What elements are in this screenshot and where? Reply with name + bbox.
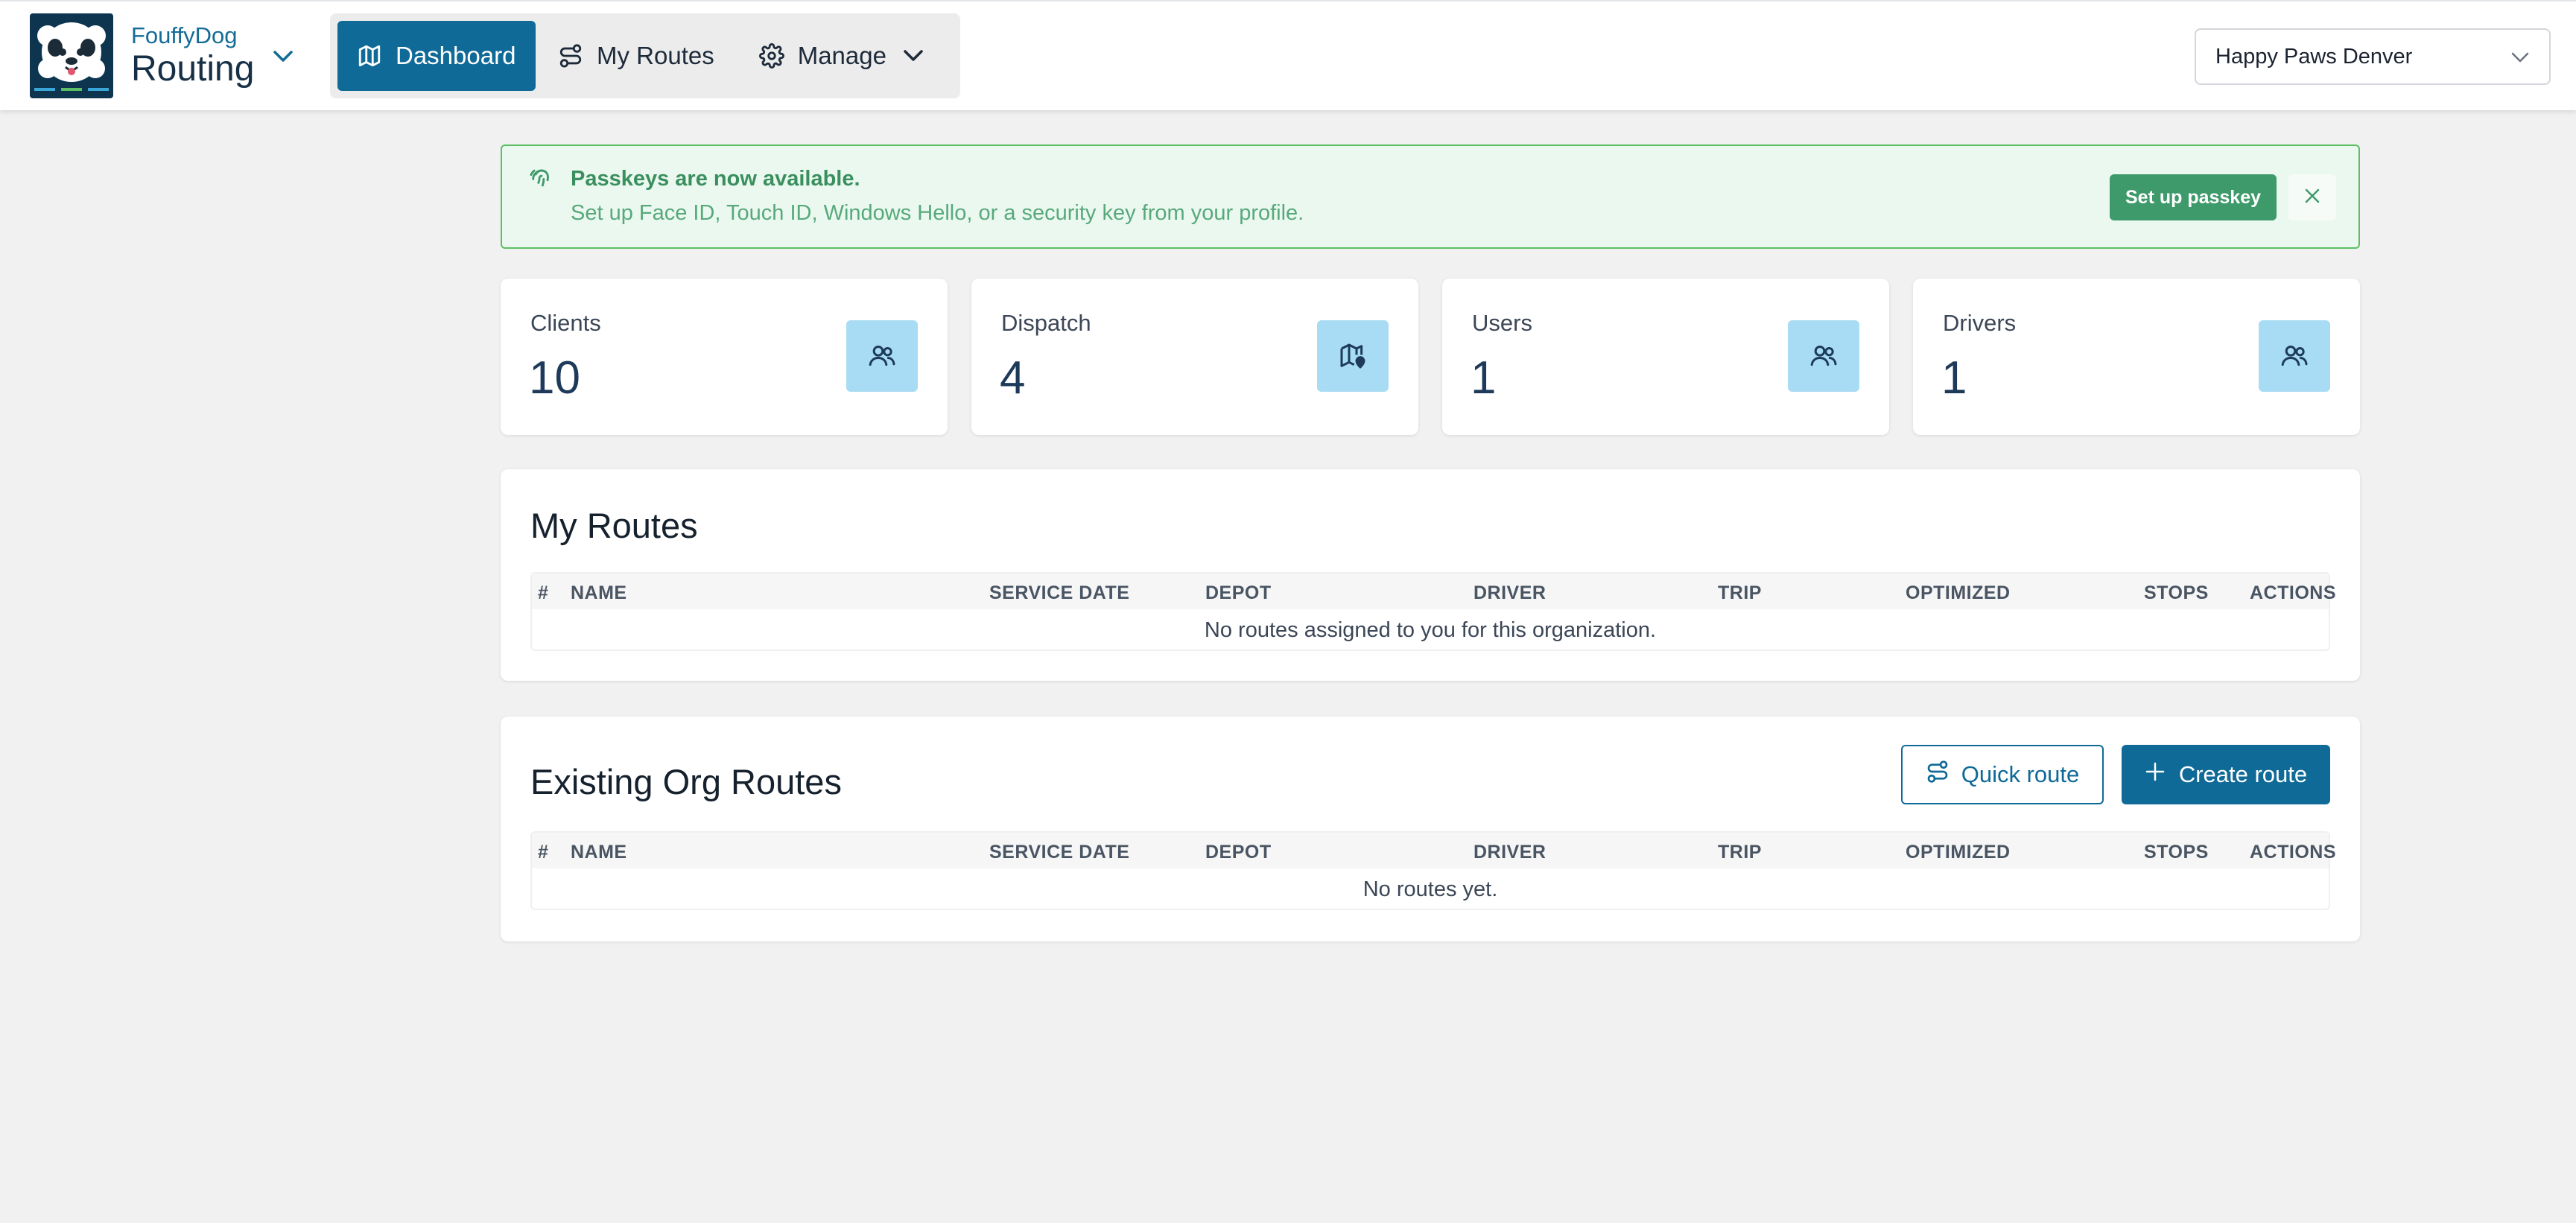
dog-logo-icon <box>30 13 113 98</box>
main-nav: Dashboard My Routes Manage <box>330 13 960 98</box>
chevron-down-icon <box>903 49 924 63</box>
column-header: SERVICE DATE <box>989 582 1130 603</box>
map-icon <box>357 43 382 69</box>
users-icon <box>1788 320 1859 392</box>
stat-card-users: Users 1 <box>1442 279 1889 435</box>
column-header: DRIVER <box>1473 842 1546 863</box>
column-header: ACTIONS <box>2250 582 2336 603</box>
stat-label: Users <box>1472 310 1532 336</box>
quick-route-label: Quick route <box>1961 761 2080 787</box>
nav-dashboard-label: Dashboard <box>396 42 516 69</box>
fingerprint-icon <box>529 165 554 194</box>
users-icon <box>2259 320 2330 392</box>
set-up-passkey-button[interactable]: Set up passkey <box>2110 174 2277 220</box>
nav-manage[interactable]: Manage <box>737 21 946 91</box>
banner-title: Passkeys are now available. <box>571 167 860 191</box>
plus-icon <box>2145 761 2166 788</box>
stat-card-dispatch: Dispatch 4 <box>971 279 1418 435</box>
column-header: TRIP <box>1718 842 1762 863</box>
organization-select[interactable]: Happy Paws Denver <box>2195 28 2551 85</box>
product-name: Routing <box>131 49 255 89</box>
nav-my-routes[interactable]: My Routes <box>536 21 737 91</box>
brand-name: FouffyDog <box>131 22 238 48</box>
chevron-down-icon <box>2510 45 2530 69</box>
column-header: DRIVER <box>1473 582 1546 603</box>
close-banner-button[interactable] <box>2288 174 2336 220</box>
route-icon <box>558 43 583 69</box>
quick-route-button[interactable]: Quick route <box>1901 745 2104 804</box>
stat-card-clients: Clients 10 <box>501 279 948 435</box>
column-header: OPTIMIZED <box>1906 582 2011 603</box>
column-header: DEPOT <box>1205 582 1272 603</box>
users-icon <box>846 320 918 392</box>
stat-value: 1 <box>1471 352 1497 404</box>
column-header: OPTIMIZED <box>1906 842 2011 863</box>
create-route-button[interactable]: Create route <box>2122 745 2330 804</box>
brand-switcher[interactable]: FouffyDog Routing <box>30 13 294 98</box>
column-header: SERVICE DATE <box>989 842 1130 863</box>
my-routes-title: My Routes <box>530 506 698 545</box>
column-header: NAME <box>571 842 627 863</box>
stat-label: Dispatch <box>1001 310 1091 336</box>
column-header: # <box>538 842 549 863</box>
table-header: # NAME SERVICE DATE DEPOT DRIVER TRIP OP… <box>532 574 2336 609</box>
stat-card-drivers: Drivers 1 <box>1913 279 2360 435</box>
org-routes-table: # NAME SERVICE DATE DEPOT DRIVER TRIP OP… <box>530 831 2336 910</box>
nav-my-routes-label: My Routes <box>597 42 714 69</box>
passkey-banner: Passkeys are now available. Set up Face … <box>501 144 2360 249</box>
empty-state: No routes yet. <box>1362 877 1498 901</box>
my-routes-panel: My Routes # NAME SERVICE DATE DEPOT DRIV… <box>501 469 2360 681</box>
column-header: STOPS <box>2144 842 2209 863</box>
org-routes-panel: Existing Org Routes Quick route Create r… <box>501 717 2360 941</box>
column-header: NAME <box>571 582 627 603</box>
empty-state: No routes assigned to you for this organ… <box>1204 617 1657 642</box>
column-header: ACTIONS <box>2250 842 2336 863</box>
gear-icon <box>758 43 784 69</box>
banner-message: Set up Face ID, Touch ID, Windows Hello,… <box>571 201 1304 225</box>
stat-value: 4 <box>1000 352 1026 404</box>
top-navigation-bar: FouffyDog Routing Dashboard My Routes Ma… <box>0 0 2576 110</box>
stat-label: Clients <box>530 310 601 336</box>
stat-label: Drivers <box>1943 310 2017 336</box>
stat-value: 10 <box>529 352 580 404</box>
org-routes-title: Existing Org Routes <box>530 762 842 801</box>
column-header: # <box>538 582 549 603</box>
route-icon <box>1926 760 1950 790</box>
my-routes-table: # NAME SERVICE DATE DEPOT DRIVER TRIP OP… <box>530 572 2336 651</box>
table-header: # NAME SERVICE DATE DEPOT DRIVER TRIP OP… <box>532 833 2336 868</box>
nav-manage-label: Manage <box>797 42 886 69</box>
create-route-label: Create route <box>2178 761 2308 787</box>
map-pin-icon <box>1317 320 1389 392</box>
column-header: DEPOT <box>1205 842 1272 863</box>
column-header: TRIP <box>1718 582 1762 603</box>
chevron-down-icon[interactable] <box>272 49 294 68</box>
organization-select-value: Happy Paws Denver <box>2215 44 2413 69</box>
nav-dashboard[interactable]: Dashboard <box>337 21 536 91</box>
close-icon <box>2303 186 2322 209</box>
column-header: STOPS <box>2144 582 2209 603</box>
stat-value: 1 <box>1941 352 1967 404</box>
